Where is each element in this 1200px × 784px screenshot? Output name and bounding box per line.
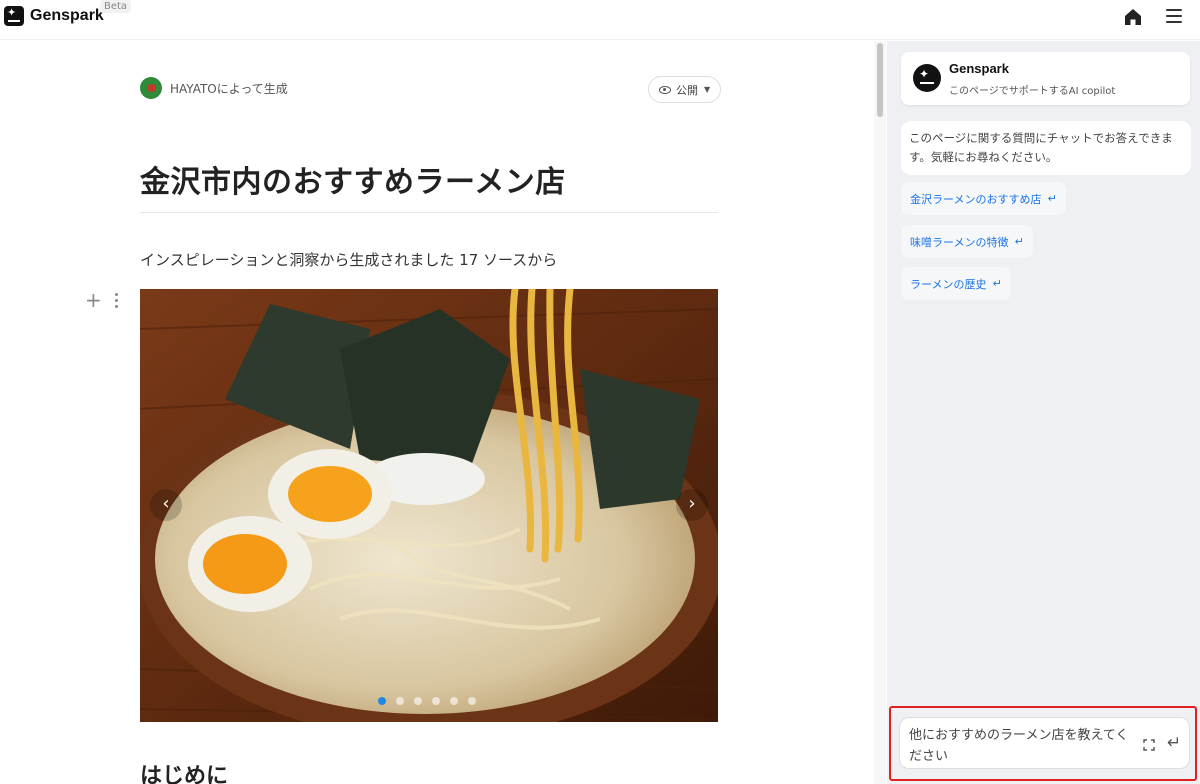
suggestion-chip[interactable]: 味噌ラーメンの特徴 ↵ [901,225,1033,258]
author-text: HAYATOによって生成 [170,81,288,96]
carousel-dot[interactable] [468,697,476,705]
hamburger-menu-icon[interactable] [1166,9,1182,23]
suggestion-label: 金沢ラーメンのおすすめ店 [910,192,1042,206]
send-icon[interactable]: ↵ [1167,733,1181,753]
page-title: 金沢市内のおすすめラーメン店 [140,165,566,200]
avatar[interactable] [140,77,162,99]
return-icon: ↵ [992,277,1002,290]
chevron-down-icon: ▼ [704,85,711,94]
carousel-dot[interactable] [450,697,458,705]
chat-input-text[interactable]: 他におすすめのラーメン店を教えてください [909,725,1139,767]
genspark-logo[interactable]: ✦ Genspark [4,6,104,26]
app-name: Genspark [30,7,104,24]
top-bar: ✦ Genspark Beta [0,0,1200,40]
expand-icon[interactable] [1143,739,1155,751]
visibility-label: 公開 [676,83,698,97]
suggestion-chip[interactable]: ラーメンの歴史 ↵ [901,267,1011,300]
carousel-dots [378,697,486,705]
beta-badge: Beta [100,0,132,13]
carousel-dot[interactable] [396,697,404,705]
copilot-sidebar: ✦ Genspark このページでサポートするAI copilot このページに… [887,41,1200,784]
page-content: HAYATOによって生成 公開 ▼ 金沢市内のおすすめラーメン店 インスピレーシ… [0,41,874,784]
copilot-name: Genspark [949,61,1009,76]
carousel-dot[interactable] [414,697,422,705]
suggestion-label: ラーメンの歴史 [910,277,987,291]
chat-input[interactable]: 他におすすめのラーメン店を教えてください ↵ [899,717,1190,769]
page-subtitle: インスピレーションと洞察から生成されました 17 ソースから [140,251,558,269]
ramen-photo [140,289,718,722]
image-carousel[interactable]: ‹ › [140,289,718,722]
copilot-description: このページでサポートするAI copilot [949,86,1116,97]
scrollbar-thumb[interactable] [877,43,883,117]
return-icon: ↵ [1047,192,1057,205]
genspark-logo-icon: ✦ [4,6,24,26]
genspark-logo-icon: ✦ [913,64,941,92]
carousel-dot[interactable] [432,697,440,705]
add-block-icon[interactable]: + [85,290,102,310]
visibility-button[interactable]: 公開 ▼ [648,76,722,103]
suggestion-label: 味噌ラーメンの特徴 [910,235,1009,249]
carousel-prev-button[interactable]: ‹ [150,489,182,521]
section-heading: はじめに [140,764,229,784]
copilot-header-card: ✦ Genspark このページでサポートするAI copilot [901,52,1190,105]
author-row: HAYATOによって生成 [140,77,288,99]
eye-icon [659,85,671,94]
chat-input-highlight: 他におすすめのラーメン店を教えてください ↵ [889,706,1197,781]
home-icon[interactable] [1124,8,1142,26]
return-icon: ↵ [1014,235,1024,248]
scrollbar[interactable] [874,41,886,784]
title-divider [140,212,718,213]
carousel-next-button[interactable]: › [676,489,708,521]
copilot-intro-message: このページに関する質問にチャットでお答えできます。気軽にお尋ねください。 [901,121,1191,175]
suggestion-chip[interactable]: 金沢ラーメンのおすすめ店 ↵ [901,182,1066,215]
carousel-dot[interactable] [378,697,386,705]
block-handle-icon[interactable] [111,293,121,309]
